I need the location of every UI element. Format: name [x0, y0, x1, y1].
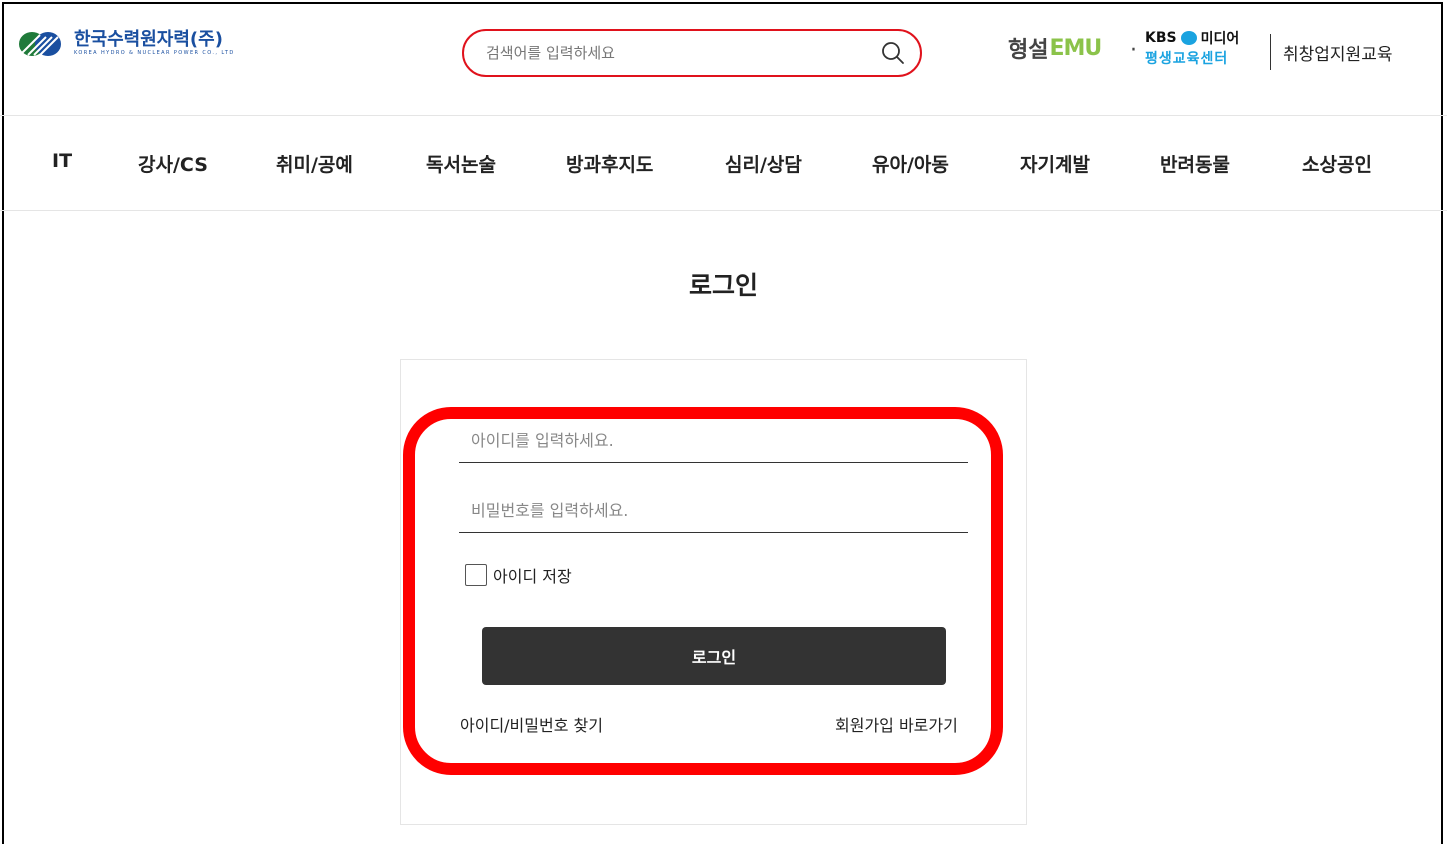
login-button[interactable]: 로그인: [482, 627, 946, 685]
emu-text: EMU: [1049, 35, 1102, 61]
nav-item-instructor-cs[interactable]: 강사/CS: [138, 150, 208, 177]
nav-item-child[interactable]: 유아/아동: [872, 150, 949, 177]
user-id-field[interactable]: [459, 419, 968, 463]
signup-link[interactable]: 회원가입 바로가기: [835, 712, 958, 736]
site-header: 한국수력원자력(주) KOREA HYDRO & NUCLEAR POWER C…: [0, 0, 1447, 116]
search-input[interactable]: [486, 41, 866, 65]
media-text: 미디어: [1200, 31, 1240, 47]
nav-item-self-development[interactable]: 자기계발: [1020, 150, 1090, 177]
khnp-logo-icon: [18, 31, 68, 57]
kbs-circle-icon: [1180, 31, 1197, 45]
nav-item-pets[interactable]: 반려동물: [1160, 150, 1230, 177]
header-divider: [1270, 34, 1271, 70]
logo-english-text: KOREA HYDRO & NUCLEAR POWER CO., LTD: [74, 50, 235, 56]
remember-id-label: 아이디 저장: [493, 567, 572, 586]
search-icon[interactable]: [880, 40, 906, 66]
nav-item-reading-essay[interactable]: 독서논술: [426, 150, 496, 177]
category-nav: IT 강사/CS 취미/공예 독서논술 방과후지도 심리/상담 유아/아동 자기…: [0, 116, 1447, 211]
nav-item-small-business[interactable]: 소상공인: [1302, 150, 1372, 177]
search-box: [462, 29, 922, 77]
nav-item-psychology[interactable]: 심리/상담: [725, 150, 802, 177]
khnp-logo-text: 한국수력원자력(주) KOREA HYDRO & NUCLEAR POWER C…: [74, 30, 235, 57]
lifelong-education-center-text: 평생교육센터: [1145, 51, 1229, 67]
logo-korean-text: 한국수력원자력(주): [74, 29, 223, 50]
hyeongseol-text: 형설: [1008, 38, 1049, 63]
hyeongseol-emu-logo[interactable]: 형설 EMU: [1008, 32, 1102, 64]
kbs-media-logo[interactable]: KBS 미디어 평생교육센터: [1145, 28, 1263, 68]
page-title: 로그인: [688, 271, 758, 300]
password-field[interactable]: [459, 489, 968, 533]
remember-id-option[interactable]: 아이디 저장: [465, 563, 572, 587]
nav-item-it[interactable]: IT: [52, 150, 72, 172]
job-training-link[interactable]: 취창업지원교육: [1283, 40, 1392, 65]
remember-id-checkbox[interactable]: [465, 564, 487, 586]
brand-separator: ·: [1130, 38, 1137, 63]
nav-item-after-school[interactable]: 방과후지도: [566, 150, 653, 177]
khnp-logo[interactable]: 한국수력원자력(주) KOREA HYDRO & NUCLEAR POWER C…: [18, 30, 235, 57]
nav-item-hobby-craft[interactable]: 취미/공예: [276, 150, 353, 177]
find-id-password-link[interactable]: 아이디/비밀번호 찾기: [460, 712, 603, 736]
kbs-top-line: KBS 미디어: [1145, 28, 1263, 48]
kbs-text: KBS: [1145, 30, 1177, 46]
